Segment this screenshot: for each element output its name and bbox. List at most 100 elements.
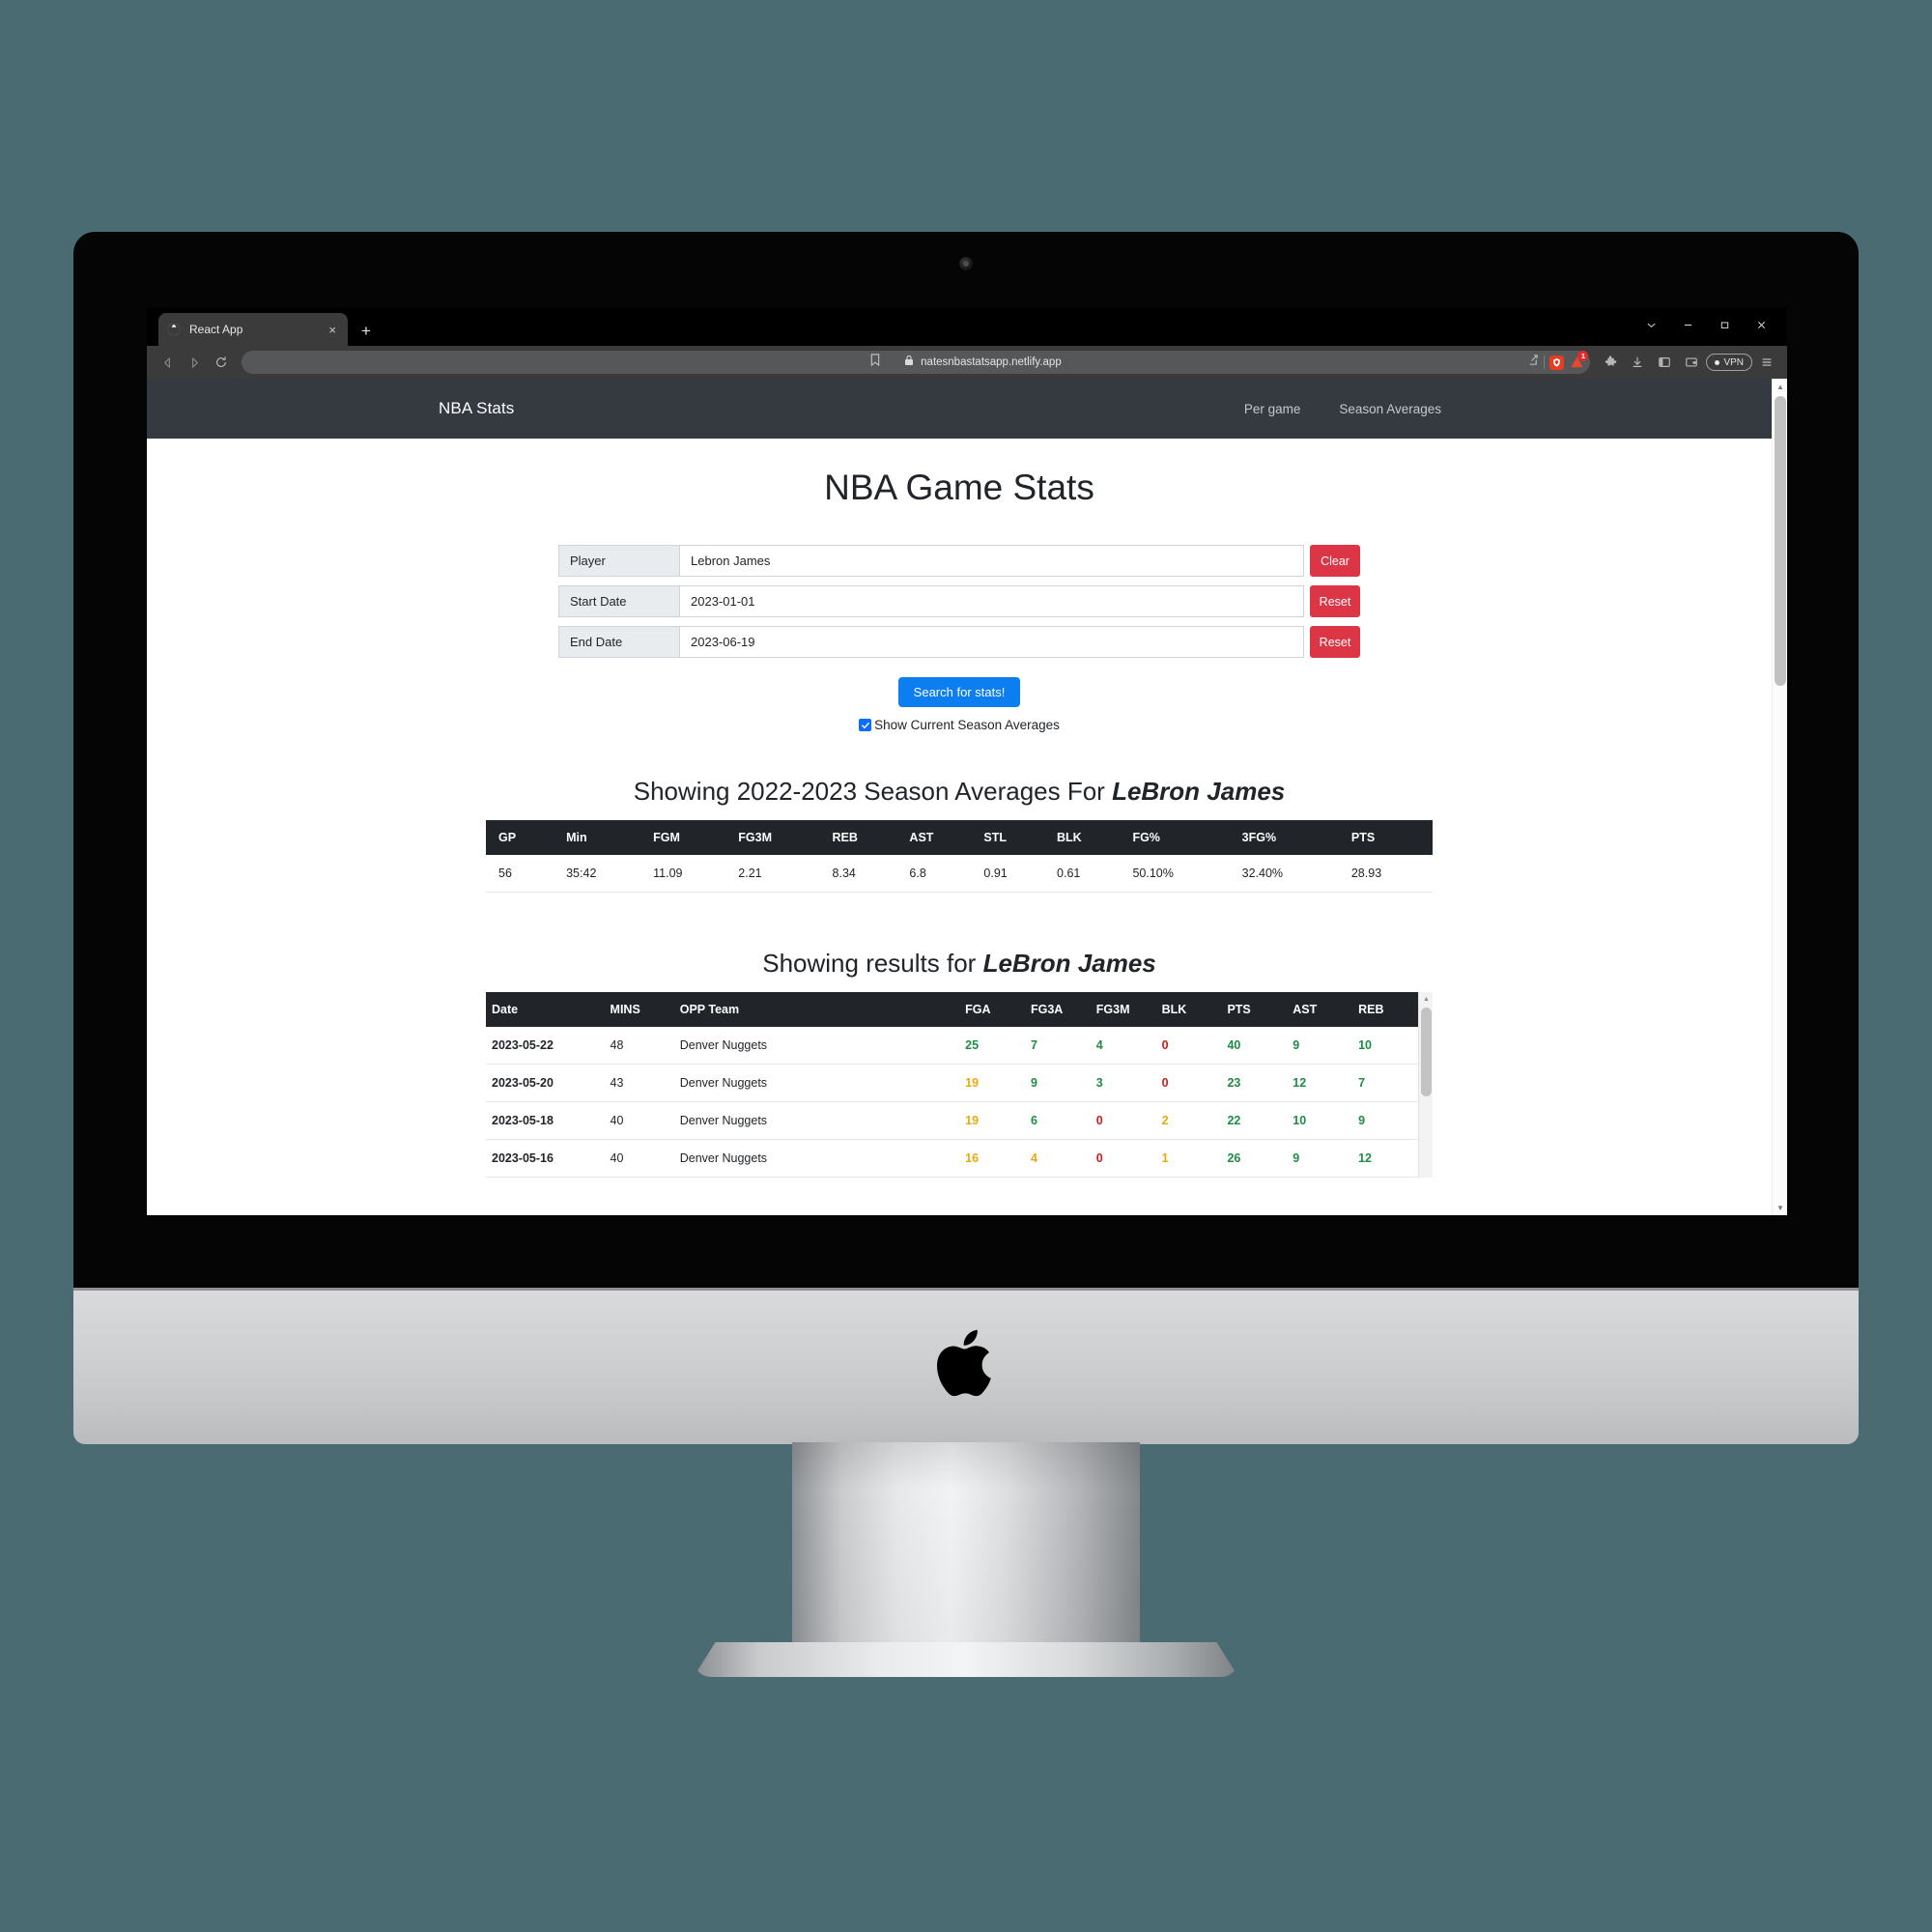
window-controls bbox=[1633, 310, 1779, 339]
cell-min: 35:42 bbox=[560, 855, 648, 893]
start-date-label: Start Date bbox=[558, 585, 679, 617]
table-row: 2023-05-20 43 Denver Nuggets 19 9 3 0 23 12 7 bbox=[486, 1064, 1418, 1102]
page-content: NBA Game Stats Player Lebron James Clear… bbox=[147, 468, 1772, 1178]
cell-date: 2023-05-20 bbox=[486, 1064, 605, 1102]
end-date-input[interactable]: 2023-06-19 bbox=[679, 626, 1304, 658]
minimize-icon[interactable] bbox=[1669, 310, 1706, 339]
results-table-scrollbar[interactable]: ▲ bbox=[1418, 992, 1433, 1178]
cell-opp-team: Denver Nuggets bbox=[673, 1064, 960, 1102]
browser-tab[interactable]: React App × bbox=[158, 313, 348, 346]
cell-ast: 9 bbox=[1287, 1139, 1353, 1178]
cell-reb: 9 bbox=[1352, 1101, 1418, 1140]
cell-reb: 8.34 bbox=[826, 855, 904, 893]
close-window-icon[interactable] bbox=[1743, 310, 1779, 339]
cell-reb: 7 bbox=[1352, 1064, 1418, 1102]
table-row: 56 35:42 11.09 2.21 8.34 6.8 0.91 0.61 5… bbox=[486, 855, 1433, 893]
monitor-stand-neck bbox=[792, 1442, 1140, 1657]
col-min: Min bbox=[560, 820, 648, 855]
chevron-down-icon[interactable] bbox=[1633, 310, 1669, 339]
col-blk: BLK bbox=[1155, 992, 1222, 1027]
extensions-puzzle-icon[interactable] bbox=[1598, 350, 1623, 375]
bookmark-icon[interactable] bbox=[869, 354, 881, 371]
notification-shield-icon[interactable]: 1 bbox=[1569, 351, 1589, 370]
cell-fg3m: 3 bbox=[1090, 1064, 1156, 1102]
scrollbar-thumb[interactable] bbox=[1775, 396, 1786, 686]
apple-logo-icon bbox=[936, 1329, 991, 1397]
new-tab-button[interactable]: + bbox=[361, 323, 371, 339]
scrollbar-thumb[interactable] bbox=[1421, 1008, 1432, 1096]
scroll-up-icon[interactable]: ▲ bbox=[1419, 992, 1434, 1006]
cell-blk: 0 bbox=[1155, 1064, 1222, 1102]
badge-count: 1 bbox=[1577, 351, 1589, 361]
site-brand[interactable]: NBA Stats bbox=[439, 399, 514, 418]
col-reb: REB bbox=[826, 820, 904, 855]
results-scroll-area: Date MINS OPP Team FGA FG3A FG3M BLK PTS bbox=[486, 992, 1418, 1178]
start-date-input[interactable]: 2023-01-01 bbox=[679, 585, 1304, 617]
url-text: natesnbastatsapp.netlify.app bbox=[921, 356, 1062, 368]
cell-pts: 28.93 bbox=[1345, 855, 1433, 893]
cell-mins: 40 bbox=[604, 1139, 674, 1178]
nav-link-season-averages[interactable]: Season Averages bbox=[1339, 402, 1441, 416]
season-averages-table-block: GP Min FGM FG3M REB AST STL BLK FG% 3FG%… bbox=[486, 820, 1433, 893]
wallet-icon[interactable] bbox=[1679, 350, 1704, 375]
maximize-icon[interactable] bbox=[1706, 310, 1743, 339]
cell-fga: 25 bbox=[959, 1027, 1025, 1065]
col-mins: MINS bbox=[604, 992, 674, 1027]
table-row: 2023-05-16 40 Denver Nuggets 16 4 0 1 26 9 12 bbox=[486, 1139, 1418, 1178]
col-fg3m: FG3M bbox=[1090, 992, 1156, 1027]
download-icon[interactable] bbox=[1625, 350, 1650, 375]
divider bbox=[1544, 355, 1546, 369]
reset-start-date-button[interactable]: Reset bbox=[1310, 585, 1360, 617]
address-bar[interactable]: natesnbastatsapp.netlify.app 1 bbox=[242, 351, 1591, 374]
forward-icon[interactable] bbox=[182, 350, 207, 375]
reset-end-date-button[interactable]: Reset bbox=[1310, 626, 1360, 658]
sidebar-icon[interactable] bbox=[1652, 350, 1677, 375]
clear-button[interactable]: Clear bbox=[1310, 545, 1360, 577]
back-icon[interactable] bbox=[155, 350, 180, 375]
col-fgpct: FG% bbox=[1126, 820, 1236, 855]
lock-icon bbox=[904, 354, 914, 371]
cell-date: 2023-05-18 bbox=[486, 1101, 605, 1140]
table-header-row: Date MINS OPP Team FGA FG3A FG3M BLK PTS bbox=[486, 992, 1418, 1027]
player-input[interactable]: Lebron James bbox=[679, 545, 1304, 577]
share-icon[interactable] bbox=[1526, 354, 1539, 371]
table-header-row: GP Min FGM FG3M REB AST STL BLK FG% 3FG%… bbox=[486, 820, 1433, 855]
cell-reb: 10 bbox=[1352, 1027, 1418, 1065]
nav-link-per-game[interactable]: Per game bbox=[1244, 402, 1301, 416]
brave-shields-icon[interactable] bbox=[1549, 355, 1565, 370]
season-averages-heading-player: LeBron James bbox=[1112, 777, 1286, 806]
site-navbar: NBA Stats Per game Season Averages bbox=[147, 379, 1772, 439]
cell-ast: 6.8 bbox=[903, 855, 979, 893]
vpn-button[interactable]: VPN bbox=[1706, 354, 1752, 371]
show-season-averages-label: Show Current Season Averages bbox=[874, 718, 1060, 732]
results-table-block: Date MINS OPP Team FGA FG3A FG3M BLK PTS bbox=[486, 992, 1433, 1178]
scroll-down-icon[interactable]: ▼ bbox=[1773, 1200, 1787, 1215]
scroll-up-icon[interactable]: ▲ bbox=[1773, 379, 1787, 394]
cell-fga: 16 bbox=[959, 1139, 1025, 1178]
search-for-stats-button[interactable]: Search for stats! bbox=[897, 677, 1021, 707]
cell-stl: 0.91 bbox=[978, 855, 1052, 893]
col-reb: REB bbox=[1352, 992, 1418, 1027]
show-season-averages-checkbox[interactable] bbox=[859, 719, 872, 731]
monitor-chin bbox=[73, 1288, 1859, 1444]
search-form: Player Lebron James Clear Start Date 202… bbox=[558, 545, 1360, 732]
site-nav-links: Per game Season Averages bbox=[1244, 402, 1441, 416]
cell-opp-team: Denver Nuggets bbox=[673, 1139, 960, 1178]
cell-gp: 56 bbox=[486, 855, 561, 893]
page-scrollbar[interactable]: ▲ ▼ bbox=[1772, 379, 1787, 1215]
season-averages-table: GP Min FGM FG3M REB AST STL BLK FG% 3FG%… bbox=[486, 820, 1433, 893]
browser-tab-title: React App bbox=[189, 323, 243, 336]
results-table-body: 2023-05-22 48 Denver Nuggets 25 7 4 0 40 9 10 2023… bbox=[486, 1027, 1418, 1178]
reload-icon[interactable] bbox=[209, 350, 234, 375]
page-title: NBA Game Stats bbox=[824, 468, 1094, 507]
cell-mins: 40 bbox=[604, 1101, 674, 1140]
col-fg3m: FG3M bbox=[732, 820, 827, 855]
cell-fgm: 11.09 bbox=[647, 855, 733, 893]
season-averages-checkbox-row: Show Current Season Averages bbox=[558, 718, 1360, 732]
col-fga: FGA bbox=[959, 992, 1025, 1027]
browser-menu-icon[interactable] bbox=[1754, 350, 1779, 375]
cell-fg3m: 0 bbox=[1090, 1139, 1156, 1178]
close-icon[interactable]: × bbox=[325, 322, 340, 338]
vpn-status-dot bbox=[1715, 359, 1720, 365]
omnibox-actions: 1 bbox=[1526, 351, 1589, 374]
